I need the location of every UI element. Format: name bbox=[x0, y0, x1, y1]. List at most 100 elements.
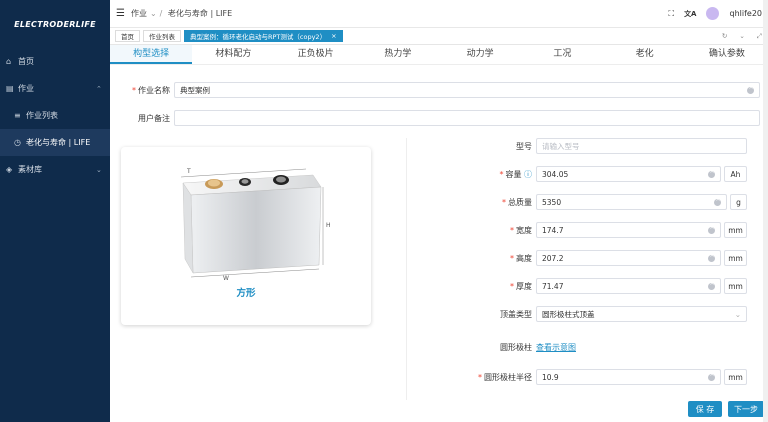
next-button[interactable]: 下一步 bbox=[728, 401, 764, 417]
sidebar-item-life[interactable]: ◷ 老化与寿命 | LIFE bbox=[0, 129, 110, 156]
sidebar: ELECTRODERLIFE ⌂ 首页 ▤ 作业 ⌃ ≡ 作业列表 ◷ 老化与寿命 | L… bbox=[0, 0, 110, 422]
dim-label-t: T bbox=[186, 168, 191, 175]
clear-icon[interactable] bbox=[747, 84, 754, 94]
sidebar-item-label: 作业列表 bbox=[26, 111, 58, 120]
clear-icon[interactable] bbox=[708, 252, 715, 262]
sidebar-item-materials[interactable]: ◈ 素材库 ⌄ bbox=[0, 156, 110, 183]
capacity-label: 容量 bbox=[505, 169, 522, 179]
prismatic-cell-image: T H W bbox=[180, 168, 331, 282]
mass-unit: g bbox=[730, 194, 747, 210]
pole-radius-unit: mm bbox=[724, 369, 747, 385]
fullscreen-icon[interactable]: ⛶ bbox=[668, 9, 674, 19]
job-name-row: * 作业名称 典型案例 bbox=[120, 82, 760, 98]
height-unit: mm bbox=[724, 250, 747, 266]
remark-row: 用户备注 bbox=[120, 110, 760, 126]
list-icon: ≡ bbox=[14, 111, 21, 120]
tab-bar: 首页 作业列表 典型案例：循环老化启动与RPT测试（copy2） × ↻ ⌄ ⤢ bbox=[110, 28, 768, 45]
layers-icon: ◈ bbox=[6, 165, 13, 174]
refresh-icon[interactable]: ↻ bbox=[722, 32, 727, 41]
save-button[interactable]: 保 存 bbox=[688, 401, 722, 417]
sidebar-item-label: 老化与寿命 | LIFE bbox=[26, 138, 91, 147]
info-icon[interactable]: ⓘ bbox=[524, 170, 532, 179]
sidebar-item-job-list[interactable]: ≡ 作业列表 bbox=[0, 102, 110, 129]
thickness-unit: mm bbox=[724, 278, 747, 294]
height-label: 高度 bbox=[516, 253, 532, 263]
breadcrumb-item[interactable]: 作业 bbox=[131, 9, 147, 18]
home-icon: ⌂ bbox=[6, 57, 12, 66]
sidebar-item-label: 首页 bbox=[18, 57, 34, 66]
job-name-input[interactable]: 典型案例 bbox=[174, 82, 760, 98]
mass-label: 总质量 bbox=[508, 197, 532, 207]
step-tabs: 构型选择 材料配方 正负极片 热力学 动力学 工况 老化 确认参数 bbox=[110, 45, 768, 65]
height-row: *高度 207.2 mm bbox=[470, 250, 747, 266]
chevron-down-icon: ⌄ bbox=[96, 165, 102, 174]
clear-icon[interactable] bbox=[708, 168, 715, 178]
view-diagram-link[interactable]: 查看示意图 bbox=[536, 342, 576, 353]
pole-radius-row: *圆形极柱半径 10.9 mm bbox=[470, 369, 747, 385]
thickness-input[interactable]: 71.47 bbox=[536, 278, 721, 294]
thickness-row: *厚度 71.47 mm bbox=[470, 278, 747, 294]
step-tab[interactable]: 构型选择 bbox=[110, 45, 193, 64]
step-tab[interactable]: 热力学 bbox=[357, 45, 439, 64]
sidebar-item-home[interactable]: ⌂ 首页 bbox=[0, 48, 110, 75]
chevron-down-icon[interactable]: ⌄ bbox=[739, 32, 744, 41]
capacity-row: *容量 ⓘ 304.05 Ah bbox=[470, 166, 747, 182]
shape-caption: 方形 bbox=[236, 288, 256, 299]
tab-label: 典型案例：循环老化启动与RPT测试（copy2） bbox=[190, 33, 327, 41]
cover-type-label: 顶盖类型 bbox=[500, 309, 532, 319]
step-tab[interactable]: 材料配方 bbox=[192, 45, 274, 64]
capacity-unit: Ah bbox=[724, 166, 747, 182]
fold-icon[interactable]: ⤢ bbox=[757, 32, 762, 41]
job-name-label: 作业名称 bbox=[138, 85, 170, 95]
clear-icon[interactable] bbox=[708, 280, 715, 290]
width-label: 宽度 bbox=[516, 225, 532, 235]
app-logo: ELECTRODERLIFE bbox=[14, 19, 96, 29]
top-bar: ☰ 作业 ⌄ / 老化与寿命 | LIFE ⛶ 文A qhlife20 bbox=[110, 0, 768, 28]
tab-job-list[interactable]: 作业列表 bbox=[143, 30, 181, 42]
username[interactable]: qhlife20 bbox=[729, 9, 762, 18]
clock-icon: ◷ bbox=[14, 138, 21, 147]
capacity-input[interactable]: 304.05 bbox=[536, 166, 721, 182]
clear-icon[interactable] bbox=[714, 196, 721, 206]
height-input[interactable]: 207.2 bbox=[536, 250, 721, 266]
tab-home[interactable]: 首页 bbox=[115, 30, 140, 42]
sidebar-item-jobs[interactable]: ▤ 作业 ⌃ bbox=[0, 75, 110, 102]
breadcrumb-item: 老化与寿命 | LIFE bbox=[167, 9, 233, 18]
mass-row: *总质量 5350 g bbox=[470, 194, 747, 210]
menu-toggle-icon[interactable]: ☰ bbox=[116, 8, 125, 19]
width-row: *宽度 174.7 mm bbox=[470, 222, 747, 238]
thickness-label: 厚度 bbox=[516, 281, 532, 291]
remark-input[interactable] bbox=[174, 110, 760, 126]
close-icon[interactable]: × bbox=[331, 32, 336, 40]
remark-label: 用户备注 bbox=[138, 113, 170, 123]
chevron-up-icon: ⌃ bbox=[96, 84, 102, 93]
language-icon[interactable]: 文A bbox=[684, 9, 696, 19]
document-icon: ▤ bbox=[6, 84, 14, 93]
clear-icon[interactable] bbox=[708, 224, 715, 234]
step-tab[interactable]: 工况 bbox=[521, 45, 603, 64]
sidebar-item-label: 作业 bbox=[18, 84, 34, 93]
model-label: 型号 bbox=[516, 141, 532, 151]
column-divider bbox=[406, 138, 407, 400]
tab-label: 作业列表 bbox=[149, 33, 175, 41]
step-tab[interactable]: 动力学 bbox=[439, 45, 521, 64]
step-tab[interactable]: 正负极片 bbox=[275, 45, 357, 64]
cover-type-select[interactable]: 圆形极柱式顶盖 ⌄ bbox=[536, 306, 747, 322]
dim-label-w: W bbox=[223, 275, 229, 282]
width-input[interactable]: 174.7 bbox=[536, 222, 721, 238]
pole-radius-label: 圆形极柱半径 bbox=[484, 372, 532, 382]
pole-label: 圆形极柱 bbox=[500, 343, 532, 352]
chevron-down-icon: ⌄ bbox=[734, 309, 741, 319]
step-tab[interactable]: 老化 bbox=[604, 45, 686, 64]
step-tab[interactable]: 确认参数 bbox=[686, 45, 768, 64]
tab-label: 首页 bbox=[121, 33, 134, 41]
tab-case[interactable]: 典型案例：循环老化启动与RPT测试（copy2） × bbox=[184, 30, 343, 42]
avatar[interactable] bbox=[706, 7, 720, 20]
mass-input[interactable]: 5350 bbox=[536, 194, 727, 210]
model-input[interactable]: 请输入型号 bbox=[536, 138, 747, 154]
shape-card[interactable]: T H W 方形 bbox=[121, 147, 371, 325]
pole-radius-input[interactable]: 10.9 bbox=[536, 369, 721, 385]
scrollbar[interactable] bbox=[763, 0, 768, 422]
clear-icon[interactable] bbox=[708, 371, 715, 381]
sidebar-item-label: 素材库 bbox=[18, 165, 42, 174]
